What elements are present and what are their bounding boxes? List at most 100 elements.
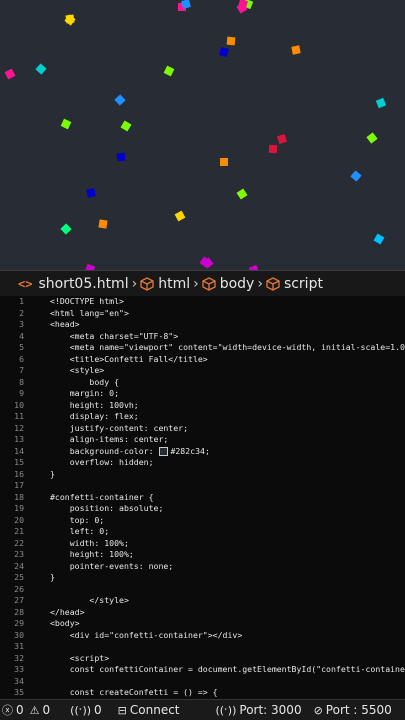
- code-line[interactable]: 34: [0, 676, 405, 688]
- code-line[interactable]: 29 <body>: [0, 618, 405, 630]
- line-number: 25: [14, 572, 24, 582]
- line-number: 11: [14, 411, 24, 421]
- code-line[interactable]: 3 <head>: [0, 319, 405, 331]
- broadcast-icon: ((ˑ)): [215, 703, 237, 717]
- line-number: 23: [14, 549, 24, 559]
- code-text: position: absolute;: [50, 503, 164, 513]
- line-number: 8: [19, 376, 24, 387]
- code-line[interactable]: 6 <title>Confetti Fall</title>: [0, 354, 405, 366]
- confetti-piece: [375, 97, 387, 109]
- live-server-port[interactable]: ((ˑ)) Port: 3000: [216, 703, 302, 717]
- breadcrumb-item-body[interactable]: body: [202, 276, 254, 292]
- line-number: 15: [14, 457, 24, 467]
- code-line[interactable]: 16}: [0, 469, 405, 481]
- html-file-icon: <>: [18, 276, 33, 291]
- element-cube-icon: [266, 276, 280, 291]
- line-number: 22: [14, 537, 24, 548]
- element-cube-icon: [202, 276, 216, 291]
- chevron-right-icon: ›: [131, 275, 138, 292]
- code-editor[interactable]: 1 <!DOCTYPE html> 2 <html lang="en"> 3 <head>…: [0, 296, 405, 699]
- code-line[interactable]: 7 <style>: [0, 365, 405, 377]
- breadcrumb-file[interactable]: <> short05.html: [18, 276, 129, 292]
- line-number: 27: [14, 595, 24, 605]
- line-number: 6: [19, 353, 24, 364]
- confetti-piece: [366, 132, 378, 144]
- line-number: 24: [14, 560, 24, 571]
- code-line[interactable]: 31: [0, 641, 405, 653]
- plug-icon: ⊟: [117, 703, 127, 717]
- line-number: 14: [14, 445, 24, 456]
- code-line[interactable]: 33 const confettiContainer = document.ge…: [0, 664, 405, 676]
- code-line[interactable]: 18 #confetti-container {: [0, 492, 405, 504]
- confetti-piece: [120, 120, 132, 132]
- line-number: 21: [14, 526, 24, 536]
- code-line[interactable]: 4 <meta charset="UTF-8">: [0, 331, 405, 343]
- code-line[interactable]: 21 left: 0;: [0, 526, 405, 538]
- code-line[interactable]: 10 height: 100vh;: [0, 400, 405, 412]
- code-line[interactable]: 35 const createConfetti = () => {: [0, 687, 405, 699]
- block-icon: ⊘: [313, 703, 323, 717]
- confetti-piece: [65, 14, 75, 24]
- code-line[interactable]: 19 position: absolute;: [0, 503, 405, 515]
- confetti-piece: [236, 188, 248, 200]
- confetti-piece: [373, 233, 385, 245]
- code-line[interactable]: 1 <!DOCTYPE html>: [0, 296, 405, 308]
- confetti-piece: [291, 45, 301, 55]
- code-line[interactable]: 8 body {: [0, 377, 405, 389]
- chevron-right-icon: ›: [193, 275, 199, 292]
- port-label: Port : 5500: [325, 703, 392, 717]
- code-text: <script>: [50, 652, 110, 663]
- problems-indicator[interactable]: ⓧ 0 ⚠ 0: [2, 702, 50, 718]
- code-text: <meta charset="UTF-8">: [50, 330, 179, 341]
- line-number: 31: [14, 641, 24, 651]
- code-text: height: 100vh;: [50, 399, 139, 410]
- confetti-piece: [60, 223, 72, 235]
- connect-button[interactable]: ⊟ Connect: [118, 703, 180, 717]
- code-line[interactable]: 9 margin: 0;: [0, 388, 405, 400]
- code-line[interactable]: 30 <div id="confetti-container"></div>: [0, 630, 405, 642]
- line-number: 16: [14, 468, 24, 479]
- confetti-piece: [60, 118, 72, 130]
- code-line[interactable]: 25}: [0, 572, 405, 584]
- confetti-piece: [116, 152, 126, 162]
- code-line[interactable]: 13 align-items: center;: [0, 434, 405, 446]
- code-line[interactable]: 27 </style>: [0, 595, 405, 607]
- code-line[interactable]: 2 <html lang="en">: [0, 308, 405, 320]
- code-line[interactable]: 15 overflow: hidden;: [0, 457, 405, 469]
- code-text: height: 100%;: [50, 549, 134, 559]
- line-number: 26: [14, 583, 24, 594]
- code-line[interactable]: 28 </head>: [0, 607, 405, 619]
- code-line[interactable]: 24 pointer-events: none;: [0, 561, 405, 573]
- code-text: <html lang="en">: [50, 307, 129, 318]
- port-label: Port: 3000: [239, 703, 302, 717]
- line-number: 12: [14, 422, 24, 433]
- go-live-port[interactable]: ⊘ Port : 5500: [314, 703, 392, 717]
- connect-label: Connect: [129, 703, 180, 717]
- code-text: }: [50, 468, 55, 479]
- confetti-piece: [114, 94, 126, 106]
- breadcrumb-item-script[interactable]: script: [266, 276, 323, 292]
- breadcrumb-item-label: script: [283, 275, 323, 292]
- ports-indicator[interactable]: ((ˑ)) 0: [70, 703, 102, 717]
- line-number: 13: [14, 434, 24, 444]
- code-text: <title>Confetti Fall</title>: [50, 353, 208, 364]
- code-line[interactable]: 17: [0, 480, 405, 492]
- breadcrumb-item-html[interactable]: html: [140, 276, 190, 292]
- code-line[interactable]: 23 height: 100%;: [0, 549, 405, 561]
- color-swatch[interactable]: [159, 446, 169, 456]
- line-number: 5: [19, 342, 24, 352]
- code-line[interactable]: 12 justify-content: center;: [0, 423, 405, 435]
- code-line[interactable]: 11 display: flex;: [0, 411, 405, 423]
- line-number: 33: [14, 664, 24, 674]
- code-line[interactable]: 22 width: 100%;: [0, 538, 405, 550]
- code-line[interactable]: 26: [0, 584, 405, 596]
- code-line[interactable]: 14 background-color: #282c34;: [0, 446, 405, 458]
- code-text: body {: [50, 376, 120, 387]
- confetti-piece: [226, 36, 236, 46]
- code-line[interactable]: 32 <script>: [0, 653, 405, 665]
- code-line[interactable]: 20 top: 0;: [0, 515, 405, 527]
- line-number: 7: [19, 365, 24, 375]
- confetti-piece: [163, 65, 175, 77]
- line-number: 1: [19, 296, 24, 306]
- code-line[interactable]: 5 <meta name="viewport" content="width=d…: [0, 342, 405, 354]
